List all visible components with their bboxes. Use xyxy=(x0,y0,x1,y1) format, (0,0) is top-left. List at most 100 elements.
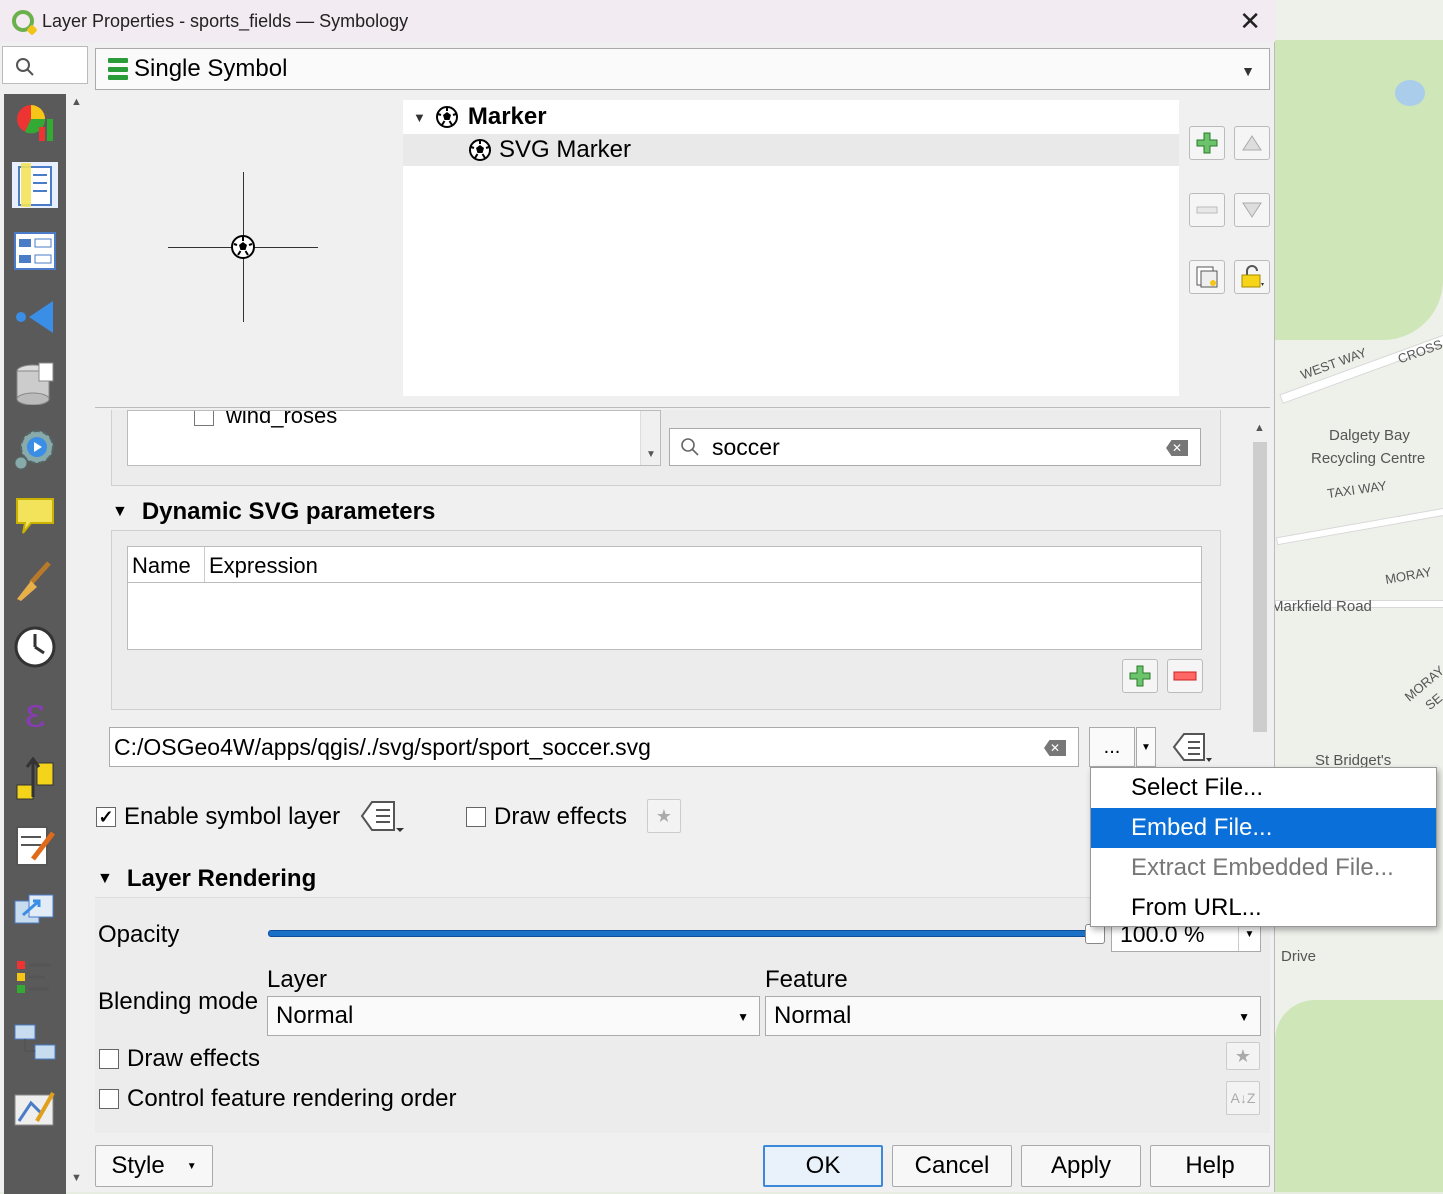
control-rendering-order-checkbox[interactable]: Control feature rendering order xyxy=(99,1085,457,1113)
add-symbol-layer-button[interactable] xyxy=(1189,126,1225,160)
menu-item-select-file[interactable]: Select File... xyxy=(1091,768,1436,808)
metadata-icon[interactable] xyxy=(12,822,58,868)
column-header-name[interactable]: Name xyxy=(128,547,205,582)
minus-icon xyxy=(1173,671,1197,681)
svg-search-input[interactable]: soccer ✕ xyxy=(669,428,1201,466)
map-label-dalgety: Dalgety Bay xyxy=(1329,427,1410,444)
map-label-se: SE xyxy=(1422,690,1443,713)
collapse-triangle-icon: ▼ xyxy=(97,870,113,887)
checkbox-unchecked[interactable] xyxy=(99,1049,119,1069)
map-label-recycling: Recycling Centre xyxy=(1311,450,1426,467)
browse-popup-menu: Select File... Embed File... Extract Emb… xyxy=(1090,767,1437,927)
soccer-ball-icon xyxy=(435,106,458,128)
tree-item-svg-marker[interactable]: SVG Marker xyxy=(403,134,1179,166)
data-defined-override-icon[interactable] xyxy=(1170,730,1216,771)
feature-blend-select[interactable]: Normal ▼ xyxy=(765,996,1261,1036)
chevron-down-icon: ▼ xyxy=(1238,1010,1250,1024)
variables-epsilon-icon[interactable]: ε xyxy=(12,690,58,736)
dependencies-icon[interactable] xyxy=(12,888,58,934)
browse-button[interactable]: ... xyxy=(1089,727,1135,767)
actions-gear-icon[interactable] xyxy=(12,426,58,472)
clear-path-icon[interactable]: ✕ xyxy=(1044,740,1066,756)
remove-parameter-button[interactable] xyxy=(1167,659,1203,693)
opacity-label: Opacity xyxy=(98,921,180,948)
chevron-down-icon: ▼ xyxy=(1241,63,1255,79)
map-label-drive: Drive xyxy=(1281,948,1317,965)
svg-path-value: C:/OSGeo4W/apps/qgis/./svg/sport/sport_s… xyxy=(114,733,651,760)
add-parameter-button[interactable] xyxy=(1122,659,1158,693)
collapse-triangle-icon[interactable]: ▼ xyxy=(413,110,426,125)
scroll-up-icon[interactable]: ▲ xyxy=(1254,422,1265,434)
rendering-brush-icon[interactable] xyxy=(12,558,58,604)
dynamic-svg-table[interactable]: Name Expression xyxy=(127,546,1202,650)
layer-draw-effects-checkbox[interactable]: Draw effects xyxy=(466,803,627,831)
opacity-slider[interactable] xyxy=(268,930,1090,937)
ok-button[interactable]: OK xyxy=(763,1145,883,1187)
checkbox-checked[interactable]: ✓ xyxy=(96,807,116,827)
enable-symbol-layer-checkbox[interactable]: ✓ Enable symbol layer xyxy=(96,803,340,831)
layer-effects-button[interactable]: ★ xyxy=(647,799,681,833)
scroll-thumb[interactable] xyxy=(1253,442,1267,732)
labels-icon[interactable] xyxy=(12,294,58,340)
scroll-up-icon[interactable]: ▲ xyxy=(71,96,82,108)
checkbox-unchecked[interactable] xyxy=(466,807,486,827)
sidebar-search-input[interactable] xyxy=(2,46,88,84)
svg-group-list[interactable]: wind_roses ▼ xyxy=(127,410,661,466)
rendering-draw-effects-checkbox[interactable]: Draw effects xyxy=(99,1045,260,1073)
rendering-order-button[interactable]: A↓Z xyxy=(1226,1081,1260,1115)
close-button[interactable]: ✕ xyxy=(1239,6,1261,37)
legend-icon[interactable] xyxy=(12,954,58,1000)
help-button[interactable]: Help xyxy=(1150,1145,1270,1187)
source-icon[interactable] xyxy=(12,162,58,208)
layer-blend-select[interactable]: Normal ▼ xyxy=(267,996,760,1036)
cancel-button[interactable]: Cancel xyxy=(892,1145,1012,1187)
qgis-logo-icon xyxy=(12,10,34,32)
scroll-down-icon[interactable]: ▼ xyxy=(646,449,656,460)
move-down-button[interactable] xyxy=(1234,193,1270,227)
svg-path-input[interactable]: C:/OSGeo4W/apps/qgis/./svg/sport/sport_s… xyxy=(109,727,1079,767)
sidebar: ε ▲ ▼ xyxy=(0,42,90,1194)
browse-menu-arrow[interactable]: ▼ xyxy=(1136,727,1156,767)
map-canvas[interactable]: WEST WAY CROSS Dalgety Bay Recycling Cen… xyxy=(1275,0,1443,1192)
digitizing-icon[interactable] xyxy=(12,1086,58,1132)
enable-layer-data-defined-icon[interactable] xyxy=(358,798,408,843)
list-scrollbar[interactable]: ▼ xyxy=(640,411,660,465)
menu-item-from-url[interactable]: From URL... xyxy=(1091,888,1436,928)
map-label-markfield: Markfield Road xyxy=(1275,598,1372,615)
information-icon[interactable] xyxy=(12,98,58,144)
menu-item-embed-file[interactable]: Embed File... xyxy=(1091,808,1436,848)
splitter[interactable] xyxy=(95,407,1270,408)
rendering-effects-button[interactable]: ★ xyxy=(1226,1042,1260,1070)
style-button[interactable]: Style ▼ xyxy=(95,1145,213,1187)
symbol-preview-area: ▼ Marker SVG Marker xyxy=(95,95,1270,407)
diagrams-database-icon[interactable] xyxy=(12,360,58,406)
temporal-clock-icon[interactable] xyxy=(12,624,58,670)
sidebar-scrollbar[interactable]: ▲ ▼ xyxy=(68,94,86,1190)
remove-symbol-layer-button[interactable] xyxy=(1189,193,1225,227)
dynamic-svg-header[interactable]: ▼ Dynamic SVG parameters xyxy=(112,498,435,526)
collapse-triangle-icon: ▼ xyxy=(112,503,128,520)
move-up-button[interactable] xyxy=(1234,126,1270,160)
scroll-down-icon[interactable]: ▼ xyxy=(71,1172,82,1184)
enable-symbol-layer-label: Enable symbol layer xyxy=(124,803,341,830)
tree-item-marker[interactable]: ▼ Marker xyxy=(403,100,1179,134)
server-network-icon[interactable] xyxy=(12,1020,58,1066)
symbology-icon[interactable] xyxy=(12,228,58,274)
layer-rendering-header[interactable]: ▼ Layer Rendering xyxy=(97,865,316,893)
plus-icon xyxy=(1129,665,1151,687)
apply-button[interactable]: Apply xyxy=(1021,1145,1141,1187)
duplicate-layer-button[interactable] xyxy=(1189,260,1225,294)
elevation-icon[interactable] xyxy=(12,756,58,802)
renderer-select[interactable]: Single Symbol ▼ xyxy=(95,48,1270,90)
arrow-up-icon xyxy=(1242,135,1262,151)
list-item-checkbox[interactable] xyxy=(194,411,214,426)
plus-icon xyxy=(1196,132,1218,154)
search-icon xyxy=(681,438,699,456)
list-item[interactable]: wind_roses xyxy=(194,411,337,429)
checkbox-unchecked[interactable] xyxy=(99,1089,119,1109)
display-tooltip-icon[interactable] xyxy=(12,492,58,538)
column-header-expression[interactable]: Expression xyxy=(205,547,322,582)
clear-search-icon[interactable]: ✕ xyxy=(1166,440,1188,456)
layer-rendering-heading: Layer Rendering xyxy=(126,865,317,892)
lock-layer-button[interactable] xyxy=(1234,260,1270,294)
